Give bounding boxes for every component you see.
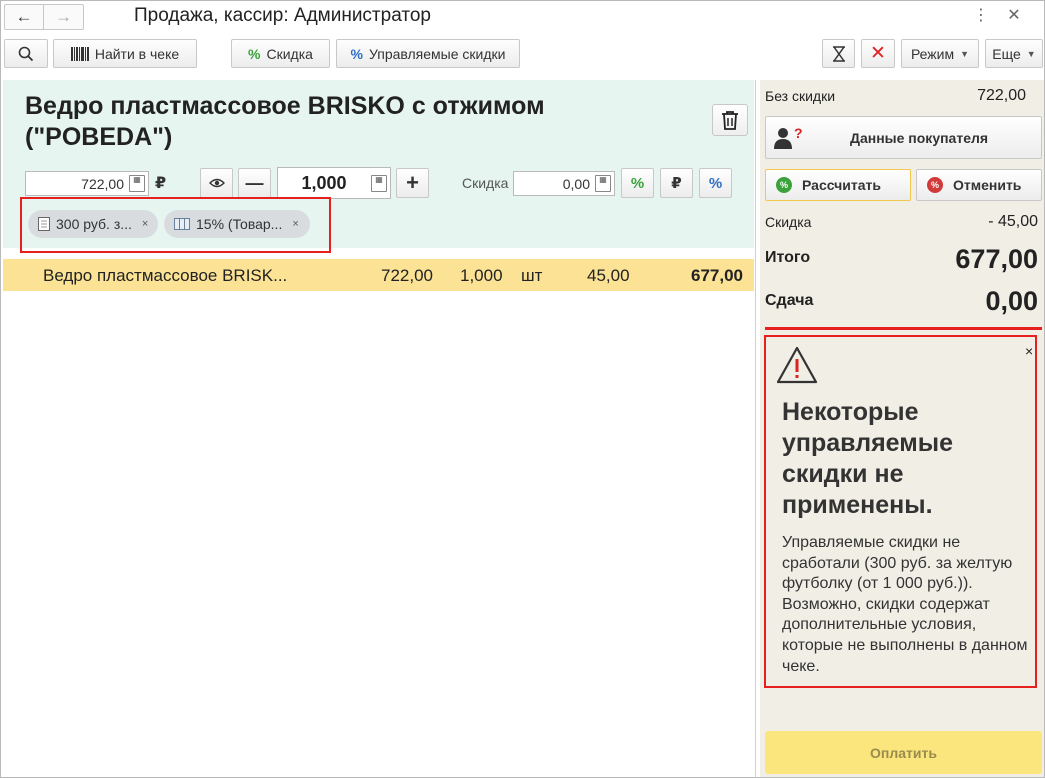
mode-label: Режим bbox=[910, 45, 955, 62]
currency-label: ₽ bbox=[155, 175, 167, 192]
more-label: Еще bbox=[992, 45, 1021, 62]
discount-value: 0,00 bbox=[562, 175, 590, 192]
chip-label: 15% (Товар... bbox=[196, 216, 283, 232]
arrow-left-icon: ← bbox=[15, 7, 33, 26]
warning-title: Некоторые управляемые скидки не применен… bbox=[782, 398, 954, 519]
row-qty: 1,000 bbox=[460, 266, 503, 285]
chevron-down-icon: ▼ bbox=[960, 48, 970, 59]
warning-text: Управляемые скидки не сработали (300 руб… bbox=[782, 534, 1028, 675]
change-label: Сдача bbox=[765, 292, 814, 309]
user-question-icon: ? bbox=[774, 125, 803, 149]
no-discount-label: Без скидки bbox=[765, 88, 836, 104]
mode-button[interactable]: Режим ▼ bbox=[901, 39, 979, 68]
chip-label: 300 руб. з... bbox=[56, 216, 132, 232]
delete-item-button[interactable] bbox=[712, 104, 748, 136]
svg-text:?: ? bbox=[794, 125, 803, 141]
calculator-icon[interactable]: ▦ bbox=[129, 175, 145, 192]
percent-discount-button[interactable]: % bbox=[621, 168, 654, 198]
managed-discounts-button[interactable]: % Управляемые скидки bbox=[336, 39, 520, 68]
search-button[interactable] bbox=[4, 39, 48, 68]
customer-data-button[interactable]: ? Данные покупателя bbox=[765, 116, 1042, 159]
view-button[interactable] bbox=[200, 168, 233, 198]
total-value: 677,00 bbox=[955, 244, 1038, 274]
percent-icon: % bbox=[248, 45, 261, 62]
chevron-down-icon: ▼ bbox=[1026, 48, 1036, 59]
close-icon: ✕ bbox=[870, 43, 886, 64]
percent-icon: % bbox=[776, 177, 792, 193]
calculate-label: Рассчитать bbox=[802, 177, 881, 193]
row-total: 677,00 bbox=[691, 266, 743, 285]
alert-separator bbox=[765, 327, 1042, 330]
search-icon bbox=[18, 46, 34, 61]
table-row[interactable]: Ведро пластмассовое BRISK... 722,00 1,00… bbox=[3, 259, 754, 291]
quantity-value: 1,000 bbox=[301, 172, 347, 193]
total-label: Итого bbox=[765, 249, 811, 266]
plus-icon: + bbox=[406, 170, 419, 195]
cancel-label: Отменить bbox=[953, 177, 1022, 193]
hourglass-icon bbox=[832, 45, 845, 62]
calculate-button[interactable]: % Рассчитать bbox=[765, 169, 911, 201]
pay-button[interactable]: Оплатить bbox=[765, 731, 1042, 774]
percent-icon: % bbox=[630, 174, 645, 192]
nav-group: ← → bbox=[4, 4, 84, 30]
quantity-field[interactable]: 1,000 ▦ bbox=[277, 167, 391, 199]
find-in-receipt-button[interactable]: Найти в чеке bbox=[53, 39, 197, 68]
trash-icon bbox=[722, 111, 738, 130]
discount-button-label: Скидка bbox=[266, 45, 313, 62]
warning-icon bbox=[776, 346, 818, 384]
close-icon[interactable]: × bbox=[142, 218, 148, 230]
row-discount: 45,00 bbox=[587, 266, 630, 285]
discount-field[interactable]: 0,00 ▦ bbox=[513, 171, 615, 196]
percent-icon: % bbox=[927, 177, 943, 193]
more-button[interactable]: Еще ▼ bbox=[985, 39, 1043, 68]
price-field[interactable]: 722,00 ▦ bbox=[25, 171, 149, 196]
discount-total-label: Скидка bbox=[765, 214, 812, 230]
increase-quantity-button[interactable]: + bbox=[396, 168, 429, 198]
arrow-right-icon: → bbox=[55, 7, 72, 26]
document-icon bbox=[38, 217, 50, 231]
decrease-quantity-button[interactable]: — bbox=[238, 168, 271, 198]
cancel-receipt-button[interactable]: ✕ bbox=[861, 39, 895, 68]
ruble-discount-button[interactable]: ₽ bbox=[660, 168, 693, 198]
row-unit: шт bbox=[521, 266, 543, 285]
title-bar: ← → Продажа, кассир: Администратор ⋮ ✕ bbox=[0, 0, 1045, 36]
customer-button-label: Данные покупателя bbox=[850, 129, 989, 146]
row-name: Ведро пластмассовое BRISK... bbox=[43, 266, 288, 285]
percent-icon: % bbox=[350, 45, 363, 62]
panel-divider bbox=[755, 80, 756, 778]
row-price: 722,00 bbox=[381, 266, 433, 285]
discount-label: Скидка bbox=[462, 175, 509, 191]
discount-button[interactable]: % Скидка bbox=[231, 39, 330, 68]
cancel-discount-button[interactable]: % Отменить bbox=[916, 169, 1042, 201]
find-in-receipt-label: Найти в чеке bbox=[94, 45, 180, 62]
discount-chip[interactable]: 15% (Товар... × bbox=[164, 210, 310, 238]
eye-icon bbox=[208, 178, 225, 188]
discount-total-value: - 45,00 bbox=[988, 213, 1038, 230]
price-value: 722,00 bbox=[81, 175, 124, 192]
kebab-icon[interactable]: ⋮ bbox=[972, 4, 990, 28]
hourglass-button[interactable] bbox=[822, 39, 855, 68]
managed-percent-button[interactable]: % bbox=[699, 168, 732, 198]
product-name: Ведро пластмассовое BRISKO с отжимом ("P… bbox=[25, 92, 545, 151]
percent-icon: % bbox=[708, 174, 723, 192]
ruble-icon: ₽ bbox=[671, 175, 682, 192]
managed-discounts-label: Управляемые скидки bbox=[368, 45, 506, 62]
back-button[interactable]: ← bbox=[5, 5, 45, 29]
change-value: 0,00 bbox=[985, 286, 1038, 316]
discount-chip[interactable]: 300 руб. з... × bbox=[28, 210, 158, 238]
calculator-icon[interactable]: ▦ bbox=[371, 175, 387, 192]
barcode-icon bbox=[70, 46, 89, 61]
calculator-icon[interactable]: ▦ bbox=[595, 175, 611, 192]
forward-button[interactable]: → bbox=[44, 5, 83, 29]
minus-icon: — bbox=[245, 172, 264, 193]
no-discount-value: 722,00 bbox=[977, 87, 1026, 104]
close-icon[interactable]: ✕ bbox=[1004, 4, 1024, 28]
window-title: Продажа, кассир: Администратор bbox=[134, 5, 431, 26]
close-icon[interactable]: × bbox=[292, 218, 298, 230]
close-icon[interactable]: × bbox=[1025, 343, 1033, 359]
table-icon bbox=[174, 218, 190, 230]
